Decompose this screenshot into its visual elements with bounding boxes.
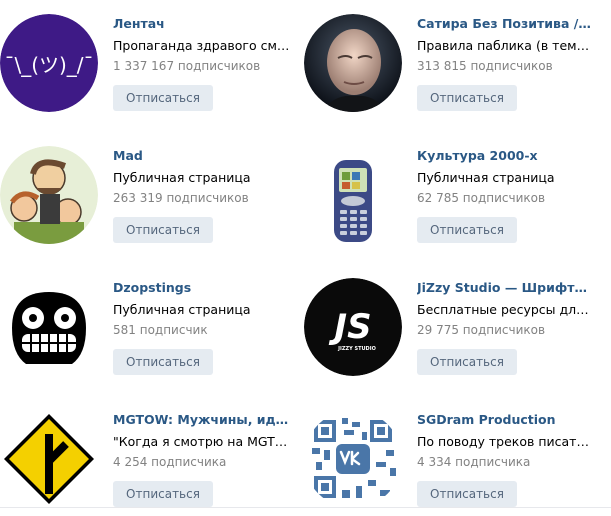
community-description: Публичная страница: [417, 170, 555, 185]
mobile-phone-avatar-icon[interactable]: [304, 146, 402, 244]
community-name[interactable]: Культура 2000-х: [417, 148, 595, 164]
community-name[interactable]: JiZzy Studio — Шрифты / F…: [417, 280, 595, 296]
subscriber-count: 29 775 подписчиков: [417, 323, 546, 337]
unsubscribe-button[interactable]: Отписаться: [417, 85, 517, 111]
subscriber-count: 4 254 подписчика: [113, 455, 227, 469]
divider: [0, 507, 611, 508]
community-description: Публичная страница: [113, 302, 251, 317]
community-card: JS JIZZY STUDIO JiZzy Studio — Шрифты / …: [304, 264, 604, 384]
js-logo-text: JS: [328, 307, 371, 347]
subscriber-count: 313 815 подписчиков: [417, 59, 553, 73]
subscriber-count: 263 319 подписчиков: [113, 191, 249, 205]
community-description: Бесплатные ресурсы для д…: [417, 302, 595, 317]
community-card: Сатира Без Позитива / Нов… Правила пабли…: [304, 0, 604, 120]
js-logo-avatar-icon[interactable]: JS JIZZY STUDIO: [304, 278, 402, 376]
community-card: Mad Публичная страница 263 319 подписчик…: [0, 132, 300, 252]
community-grid: ¯\_(ツ)_/¯ Лентач Пропаганда здравого смы…: [0, 0, 611, 510]
community-card: SGDram Production По поводу треков писат…: [304, 396, 604, 516]
community-card: ¯\_(ツ)_/¯ Лентач Пропаганда здравого смы…: [0, 0, 300, 120]
community-name[interactable]: Mad: [113, 148, 291, 164]
community-description: Правила паблика (в темах)…: [417, 38, 595, 53]
community-name[interactable]: SGDram Production: [417, 412, 595, 428]
shrug-avatar-icon[interactable]: ¯\_(ツ)_/¯: [0, 14, 98, 112]
subscriber-count: 581 подписчик: [113, 323, 208, 337]
skull-face-avatar-icon[interactable]: [0, 278, 98, 376]
community-name[interactable]: Лентач: [113, 16, 291, 32]
unsubscribe-button[interactable]: Отписаться: [417, 217, 517, 243]
bald-man-photo-icon[interactable]: [304, 14, 402, 112]
unsubscribe-button[interactable]: Отписаться: [113, 85, 213, 111]
community-name[interactable]: MGTOW: Мужчины, идущи…: [113, 412, 291, 428]
unsubscribe-button[interactable]: Отписаться: [417, 481, 517, 507]
unsubscribe-button[interactable]: Отписаться: [417, 349, 517, 375]
subscriber-count: 62 785 подписчиков: [417, 191, 546, 205]
unsubscribe-button[interactable]: Отписаться: [113, 481, 213, 507]
road-sign-avatar-icon[interactable]: [0, 410, 98, 508]
subscriber-count: 1 337 167 подписчиков: [113, 59, 261, 73]
community-card: Dzopstings Публичная страница 581 подпис…: [0, 264, 300, 384]
community-description: "Когда я смотрю на MGTO…: [113, 434, 291, 449]
js-logo-subtext: JIZZY STUDIO: [337, 346, 376, 352]
community-name[interactable]: Сатира Без Позитива / Нов…: [417, 16, 595, 32]
shrug-text: ¯\_(ツ)_/¯: [4, 53, 93, 77]
vk-qr-avatar-icon[interactable]: [304, 410, 402, 508]
unsubscribe-button[interactable]: Отписаться: [113, 349, 213, 375]
unsubscribe-button[interactable]: Отписаться: [113, 217, 213, 243]
community-card: MGTOW: Мужчины, идущи… "Когда я смотрю н…: [0, 396, 300, 516]
community-description: Публичная страница: [113, 170, 251, 185]
community-description: Пропаганда здравого смы…: [113, 38, 291, 53]
community-name[interactable]: Dzopstings: [113, 280, 291, 296]
community-description: По поводу треков писать в …: [417, 434, 595, 449]
subscriber-count: 4 334 подписчика: [417, 455, 531, 469]
cartoon-men-avatar-icon[interactable]: [0, 146, 98, 244]
community-card: Культура 2000-х Публичная страница 62 78…: [304, 132, 604, 252]
